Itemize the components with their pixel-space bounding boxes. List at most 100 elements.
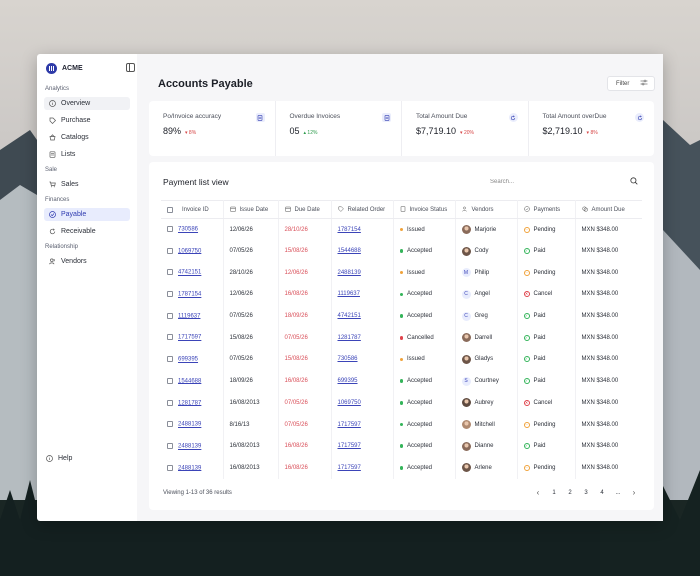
cell-invoice-id: 699395 bbox=[161, 348, 224, 371]
status-label: Accepted bbox=[407, 248, 433, 255]
table-row[interactable]: 1544688 18/09/26 16/08/26 699395 Accepted S Co… bbox=[161, 370, 642, 392]
invoice-link[interactable]: 1281787 bbox=[178, 400, 201, 406]
row-checkbox[interactable] bbox=[167, 334, 173, 341]
order-link[interactable]: 1069750 bbox=[338, 400, 361, 406]
chevron-left-icon[interactable]: ‹ bbox=[530, 487, 546, 498]
status-label: Cancelled bbox=[407, 334, 434, 341]
table-row[interactable]: 1787154 12/06/26 16/08/26 1119637 Accepted C A… bbox=[161, 283, 642, 306]
order-link[interactable]: 1119637 bbox=[338, 291, 360, 297]
cell-amount-due: MXN $348.00 bbox=[581, 269, 619, 276]
row-checkbox[interactable] bbox=[167, 269, 173, 276]
search-input[interactable] bbox=[490, 178, 610, 185]
invoice-link[interactable]: 1069750 bbox=[178, 248, 201, 254]
calendar-icon bbox=[284, 206, 291, 214]
row-checkbox[interactable] bbox=[167, 356, 173, 363]
cell-invoice-status: Accepted bbox=[393, 392, 456, 414]
search-icon[interactable] bbox=[630, 176, 638, 187]
invoice-link[interactable]: 1119637 bbox=[178, 313, 200, 319]
invoice-link[interactable]: 2488139 bbox=[178, 465, 201, 471]
avatar: S bbox=[461, 376, 471, 386]
page-link[interactable]: 2 bbox=[562, 487, 578, 498]
invoice-link[interactable]: 1544688 bbox=[178, 378, 201, 384]
payment-status-icon: ✕ bbox=[523, 399, 530, 406]
page-link[interactable]: 4 bbox=[594, 487, 610, 498]
cell-invoice-id: 730586 bbox=[161, 218, 224, 241]
order-link[interactable]: 1717597 bbox=[338, 465, 361, 471]
status-dot bbox=[399, 249, 403, 253]
table-row[interactable]: 730586 12/06/26 28/10/26 1787154 Issued Marjo… bbox=[161, 218, 642, 241]
order-link[interactable]: 730586 bbox=[338, 356, 358, 362]
invoice-link[interactable]: 2488139 bbox=[178, 422, 201, 428]
invoice-link[interactable]: 699395 bbox=[178, 357, 198, 363]
row-checkbox[interactable] bbox=[167, 464, 173, 471]
column-header-payments[interactable]: Payments bbox=[517, 200, 576, 219]
row-checkbox[interactable] bbox=[167, 442, 173, 449]
order-link[interactable]: 699395 bbox=[338, 378, 358, 384]
order-link[interactable]: 1281787 bbox=[338, 335, 361, 341]
status-dot bbox=[399, 227, 403, 232]
table-body: 730586 12/06/26 28/10/26 1787154 Issued Marjo… bbox=[161, 218, 642, 479]
row-checkbox[interactable] bbox=[167, 291, 173, 298]
order-link[interactable]: 4742151 bbox=[338, 313, 361, 319]
refresh-icon[interactable] bbox=[508, 113, 518, 122]
vendor-name: Marjorie bbox=[474, 226, 497, 233]
order-link[interactable]: 1544688 bbox=[338, 248, 361, 254]
row-checkbox[interactable] bbox=[167, 226, 173, 233]
cell-related-order: 1119637 bbox=[331, 283, 394, 306]
table-row[interactable]: 1069750 07/05/26 15/08/26 1544688 Accepted Co… bbox=[161, 240, 642, 262]
cell-invoice-status: Issued bbox=[393, 348, 456, 371]
table-row[interactable]: 1119637 07/05/26 18/09/26 4742151 Accepted C G… bbox=[161, 305, 642, 327]
order-link[interactable]: 1717597 bbox=[338, 422, 361, 428]
order-link[interactable]: 1717597 bbox=[338, 443, 361, 449]
row-checkbox[interactable] bbox=[167, 247, 173, 254]
cell-vendor: Marjorie bbox=[455, 218, 518, 241]
order-link[interactable]: 2488139 bbox=[338, 270, 361, 276]
page-link[interactable]: 1 bbox=[546, 487, 562, 498]
table-row[interactable]: 2488139 8/16/13 07/05/26 1717597 Accepted Mit… bbox=[161, 413, 642, 436]
column-header-amount-due[interactable]: Amount Due bbox=[575, 200, 642, 219]
document-icon[interactable] bbox=[382, 113, 391, 122]
column-header-related-order[interactable]: Related Order bbox=[331, 200, 394, 219]
filter-button[interactable]: Filter bbox=[607, 76, 655, 91]
invoice-link[interactable]: 1717597 bbox=[178, 335, 201, 341]
table-header-row: Invoice ID Issue Date Due Date Related O… bbox=[161, 200, 642, 219]
cell-invoice-status: Accepted bbox=[393, 305, 456, 327]
cell-payment: ✕ Cancel bbox=[517, 283, 576, 306]
select-all-checkbox[interactable] bbox=[167, 206, 173, 213]
invoice-link[interactable]: 1787154 bbox=[178, 292, 201, 298]
chevron-right-icon[interactable]: › bbox=[626, 487, 642, 498]
invoice-link[interactable]: 2488139 bbox=[178, 444, 201, 450]
column-header-invoice-id[interactable]: Invoice ID bbox=[161, 200, 224, 219]
column-header-due-date[interactable]: Due Date bbox=[278, 200, 332, 219]
cell-related-order: 1717597 bbox=[331, 413, 394, 436]
invoice-link[interactable]: 4742151 bbox=[178, 270, 201, 276]
column-header-vendors[interactable]: Vendors bbox=[455, 200, 518, 219]
row-checkbox[interactable] bbox=[167, 312, 173, 319]
status-label: Issued bbox=[407, 269, 425, 276]
cell-amount-due: MXN $348.00 bbox=[581, 421, 619, 428]
payment-status-icon: ✓ bbox=[523, 313, 530, 320]
table-row[interactable]: 699395 07/05/26 15/08/26 730586 Issued Gladys… bbox=[161, 348, 642, 371]
table-row[interactable]: 1281787 16/08/2013 07/05/26 1069750 Accepted… bbox=[161, 392, 642, 414]
table-row[interactable]: 2488139 16/08/2013 16/08/26 1717597 Accepted… bbox=[161, 435, 642, 458]
vendor-name: Arlene bbox=[474, 464, 492, 471]
cell-payment: ✓ Paid bbox=[517, 435, 576, 458]
table-row[interactable]: 2488139 16/08/2013 16/08/26 1717597 Accepted… bbox=[161, 457, 642, 479]
table-row[interactable]: 1717597 15/08/26 07/05/26 1281787 Cancelled D… bbox=[161, 326, 642, 349]
page-ellipsis: ... bbox=[615, 489, 621, 496]
cell-issue-date: 16/08/2013 bbox=[223, 392, 279, 414]
cell-amount-due: MXN $348.00 bbox=[581, 226, 619, 233]
row-checkbox[interactable] bbox=[167, 399, 173, 406]
column-header-invoice-status[interactable]: Invoice Status bbox=[393, 200, 456, 219]
invoice-link[interactable]: 730586 bbox=[178, 227, 198, 233]
cell-amount-due: MXN $348.00 bbox=[581, 443, 619, 450]
page-link[interactable]: 3 bbox=[578, 487, 594, 498]
order-link[interactable]: 1787154 bbox=[338, 227, 361, 233]
document-icon[interactable] bbox=[255, 113, 265, 122]
table-row[interactable]: 4742151 28/10/26 12/06/26 2488139 Issued M Phi… bbox=[161, 261, 642, 284]
column-header-issue-date[interactable]: Issue Date bbox=[223, 200, 279, 219]
row-checkbox[interactable] bbox=[167, 377, 173, 384]
calendar-icon bbox=[229, 206, 236, 214]
refresh-icon[interactable] bbox=[635, 113, 644, 122]
row-checkbox[interactable] bbox=[167, 421, 173, 428]
